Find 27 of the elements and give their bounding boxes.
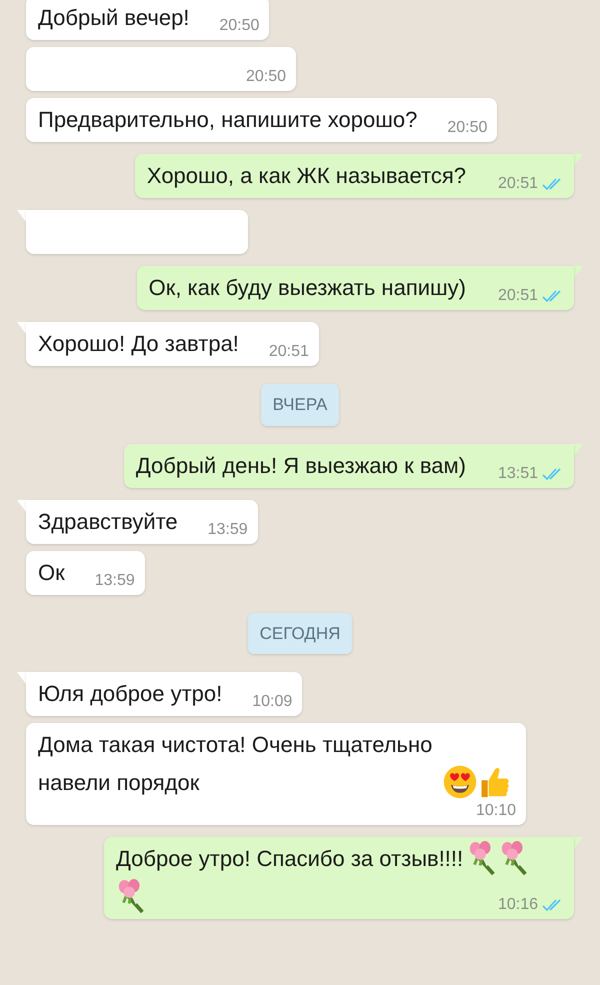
message-text: Добрый день! Я выезжаю к вам) — [136, 452, 466, 478]
date-chip: ВЧЕРА — [260, 384, 340, 426]
message-time: 20:51 — [268, 344, 309, 360]
message-text: Ок, как буду выезжать напишу) — [148, 275, 466, 300]
message-text: Юля доброе утро! — [38, 681, 222, 706]
message-time: 10:16 — [498, 897, 538, 913]
message-text: Дома такая чистота! Очень тщательно навели порядок — [38, 731, 434, 797]
message-time: 13:59 — [208, 522, 248, 538]
message-text: Ок — [38, 560, 65, 584]
message-time: 13:51 — [498, 466, 538, 482]
message-text: Добрый вечер! — [38, 5, 190, 30]
message-text: Хорошо! До завтра! — [38, 331, 239, 356]
message-time: 10:10 — [476, 803, 516, 819]
date-chip: СЕГОДНЯ — [248, 612, 352, 654]
bubble-tail — [17, 210, 26, 222]
message-time: 20:51 — [498, 176, 538, 192]
message-time: 20:51 — [498, 288, 538, 304]
message-time: 20:50 — [246, 69, 286, 85]
heart-eyes-emoji-icon — [442, 764, 478, 800]
message-text: Хорошо, а как ЖК называется? — [146, 163, 466, 188]
message-time: 10:09 — [252, 694, 292, 710]
message-time: 20:50 — [219, 18, 260, 34]
message-time: 20:50 — [447, 120, 488, 136]
message-text: Предварительно, напишите хорошо? — [38, 107, 418, 132]
message-text: Доброе утро! Спасибо за отзыв!!!! — [116, 845, 464, 873]
message-text: Здравствуйте — [38, 508, 178, 534]
message-time: 13:59 — [94, 572, 135, 588]
